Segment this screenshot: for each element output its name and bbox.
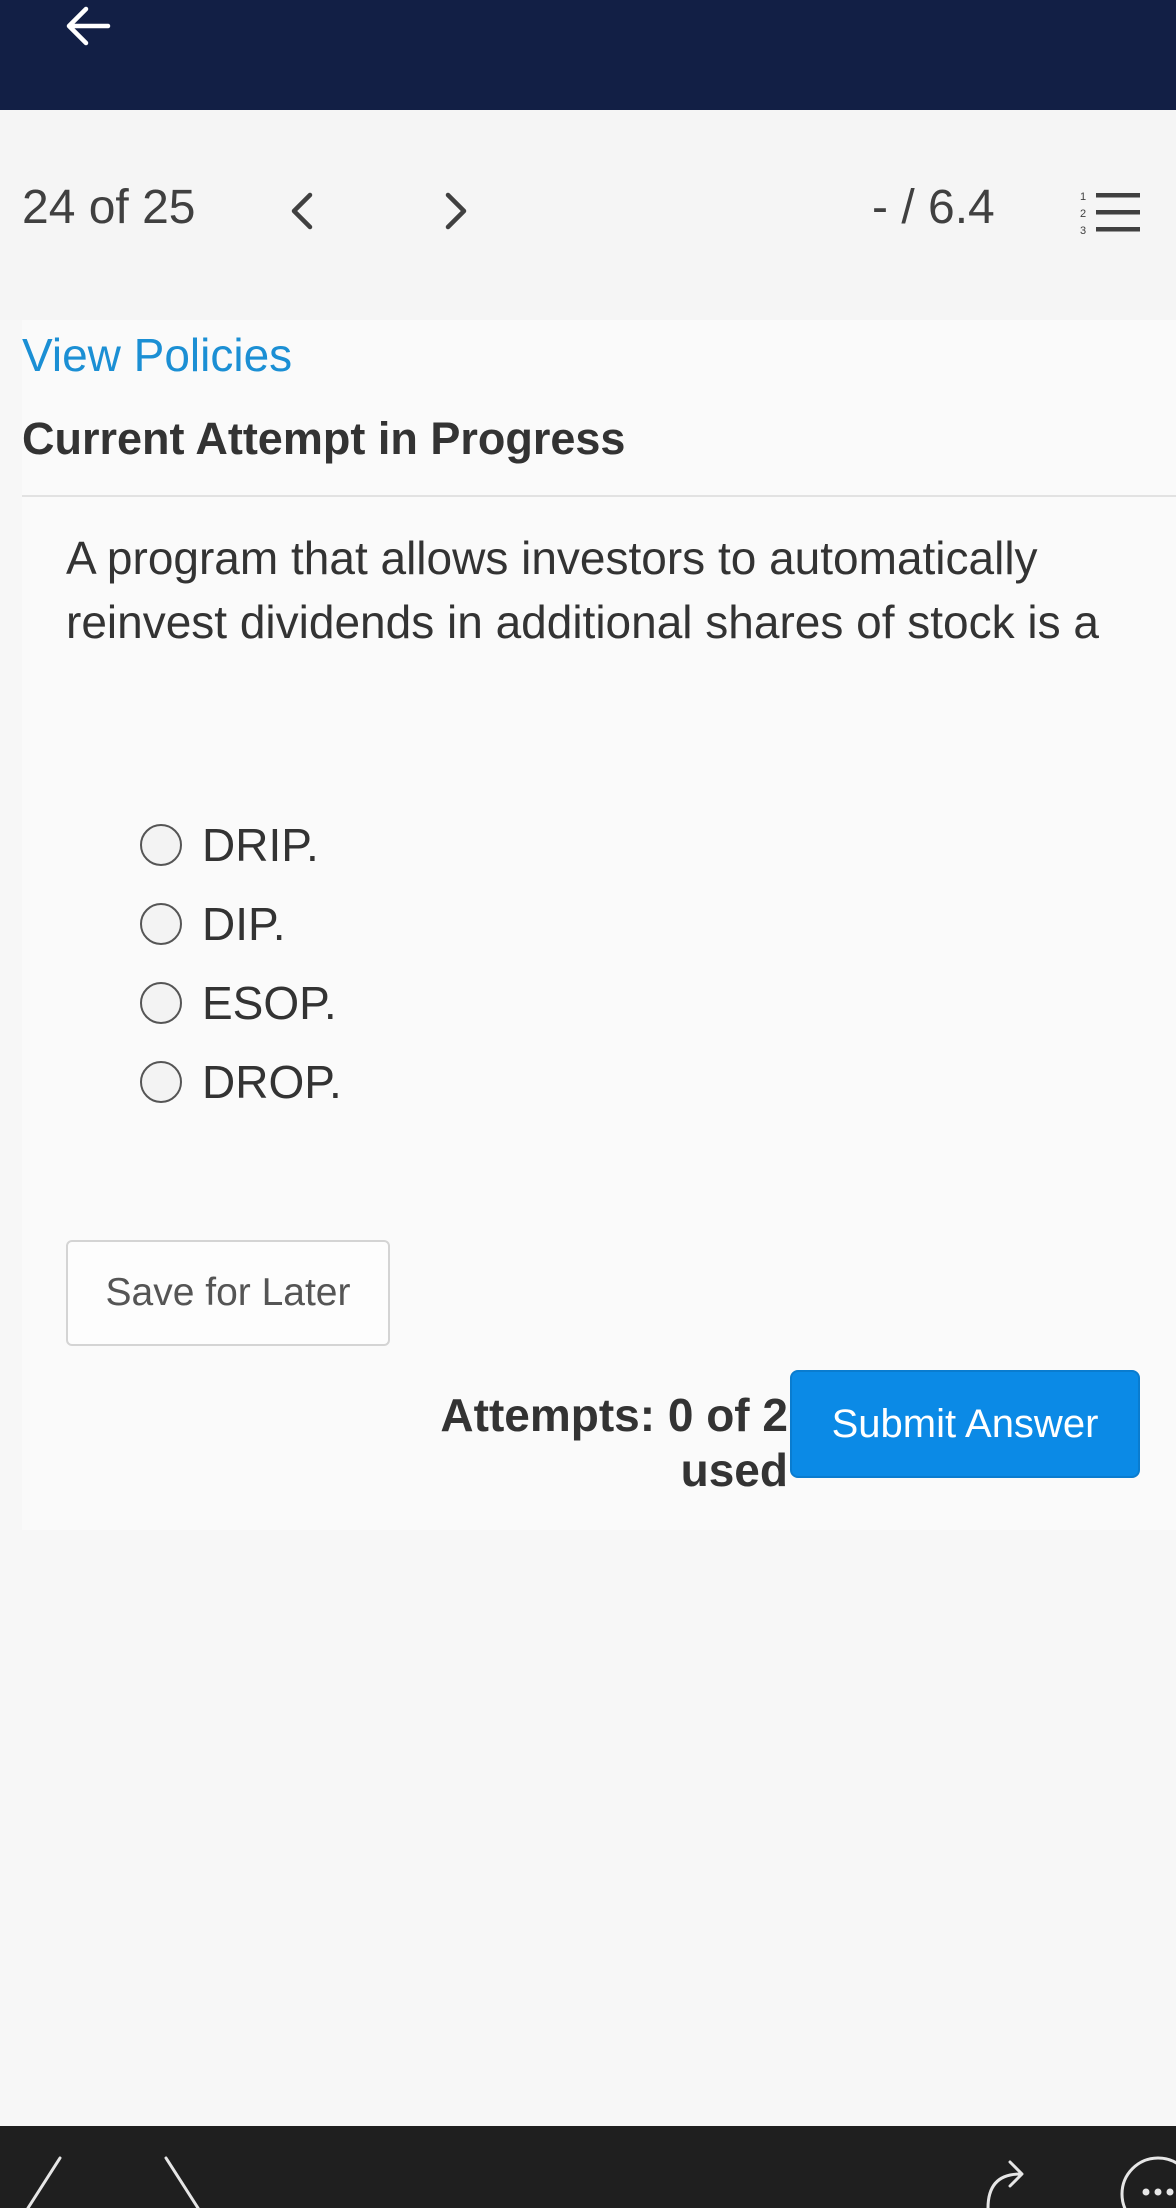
numbered-list-icon[interactable]: 1 2 3 (1080, 188, 1142, 238)
attempts-counter: Attempts: 0 of 2 used (440, 1389, 788, 1497)
radio-button[interactable] (140, 1061, 182, 1103)
more-icon[interactable] (1118, 2152, 1176, 2208)
save-for-later-button[interactable]: Save for Later (66, 1240, 390, 1346)
radio-button[interactable] (140, 903, 182, 945)
svg-text:3: 3 (1080, 225, 1086, 237)
answer-option[interactable]: DROP. (140, 1053, 640, 1123)
question-card: View Policies Current Attempt in Progres… (22, 320, 1176, 1530)
view-policies-link[interactable]: View Policies (22, 328, 292, 383)
answer-option-label: ESOP. (202, 977, 337, 1029)
arrow-left-icon[interactable] (60, 0, 130, 60)
question-text: A program that allows investors to autom… (66, 532, 1100, 648)
answer-option-label: DROP. (202, 1056, 342, 1108)
app-bar (0, 0, 1176, 110)
undo-icon[interactable] (22, 2154, 66, 2208)
answer-option[interactable]: DRIP. (140, 816, 640, 886)
svg-text:1: 1 (1080, 191, 1086, 203)
bottom-toolbar (0, 2126, 1176, 2208)
radio-button[interactable] (140, 824, 182, 866)
redo-icon[interactable] (160, 2154, 204, 2208)
svg-text:2: 2 (1080, 208, 1086, 220)
share-icon[interactable] (980, 2150, 1030, 2208)
answer-option[interactable]: DIP. (140, 895, 640, 965)
submit-answer-button[interactable]: Submit Answer (790, 1370, 1140, 1478)
answer-option[interactable]: ESOP. (140, 974, 640, 1044)
attempt-heading: Current Attempt in Progress (22, 413, 626, 464)
radio-button[interactable] (140, 982, 182, 1024)
question-counter: 24 of 25 (22, 181, 196, 234)
chevron-left-icon[interactable] (282, 188, 322, 234)
chevron-right-icon[interactable] (436, 188, 476, 234)
answer-option-label: DRIP. (202, 819, 319, 871)
divider (22, 495, 1176, 497)
score-display: - / 6.4 (872, 181, 995, 234)
answer-option-label: DIP. (202, 898, 286, 950)
question-nav: 24 of 25 - / 6.4 1 2 3 (0, 110, 1176, 320)
